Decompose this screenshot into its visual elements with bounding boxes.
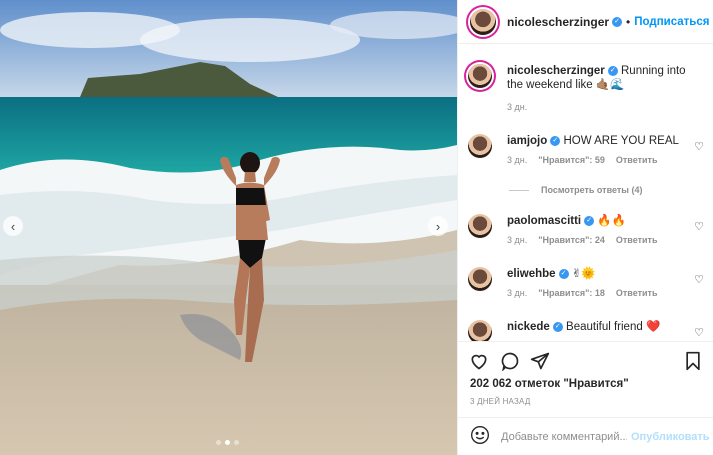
carousel-dot bbox=[234, 440, 239, 445]
caption-time[interactable]: 3 дн. bbox=[507, 102, 527, 112]
likes-count[interactable]: 202 062 отметок "Нравится" bbox=[470, 378, 629, 390]
comment-username[interactable]: paolomascitti bbox=[507, 215, 581, 227]
comment-row: paolomascitti ✓ 🔥🔥 3 дн. "Нравится": 24 О… bbox=[468, 214, 704, 245]
comment-time[interactable]: 3 дн. bbox=[507, 235, 527, 245]
avatar[interactable] bbox=[470, 8, 496, 35]
comment-username[interactable]: iamjojo bbox=[507, 135, 547, 147]
reply-button[interactable]: Ответить bbox=[616, 235, 658, 245]
comment-time[interactable]: 3 дн. bbox=[507, 155, 527, 165]
post-photo[interactable]: ‹ › bbox=[0, 0, 457, 455]
carousel-dot-active bbox=[225, 440, 230, 445]
post-date[interactable]: 3 ДНЕЙ НАЗАД bbox=[470, 397, 530, 406]
carousel-prev-button[interactable]: ‹ bbox=[3, 216, 23, 236]
comment-like-heart-icon[interactable]: ♡ bbox=[694, 273, 704, 286]
comment-username[interactable]: eliwehbe bbox=[507, 268, 556, 280]
comment-text: ✌🌞 bbox=[571, 268, 596, 280]
view-replies-label: Посмотреть ответы (4) bbox=[541, 185, 643, 195]
comment-username[interactable]: nickede bbox=[507, 321, 550, 333]
comment-row: iamjojo ✓ HOW ARE YOU REAL 3 дн. "Нравитс… bbox=[468, 134, 704, 165]
verified-badge-icon: ✓ bbox=[552, 321, 563, 332]
header-separator: • bbox=[626, 14, 631, 29]
share-paper-plane-icon[interactable] bbox=[529, 350, 551, 372]
beach-photo bbox=[0, 0, 457, 455]
verified-badge-icon: ✓ bbox=[607, 65, 618, 76]
post-side-panel: nicolescherzinger ✓ • Подписаться nicole… bbox=[457, 0, 713, 455]
comment-like-heart-icon[interactable]: ♡ bbox=[694, 220, 704, 233]
carousel-indicator bbox=[216, 440, 239, 445]
divider bbox=[509, 189, 529, 191]
verified-badge-icon: ✓ bbox=[584, 215, 595, 226]
comment-row: nickede ✓ Beautiful friend ❤️ ♡ bbox=[468, 320, 704, 341]
comments-list[interactable]: nicolescherzinger ✓ Running into the week… bbox=[458, 45, 713, 341]
caption-username[interactable]: nicolescherzinger bbox=[507, 65, 605, 77]
emoji-smiley-icon[interactable] bbox=[470, 425, 490, 450]
comment-likes[interactable]: "Нравится": 24 bbox=[538, 235, 605, 245]
like-heart-icon[interactable] bbox=[468, 350, 490, 372]
header-username[interactable]: nicolescherzinger bbox=[507, 15, 609, 29]
comment-like-heart-icon[interactable]: ♡ bbox=[694, 326, 704, 339]
comment-input[interactable] bbox=[501, 431, 627, 443]
save-bookmark-icon[interactable] bbox=[682, 350, 704, 372]
carousel-next-button[interactable]: › bbox=[428, 216, 448, 236]
caption-row: nicolescherzinger ✓ Running into the week… bbox=[468, 64, 704, 112]
carousel-dot bbox=[216, 440, 221, 445]
publish-button[interactable]: Опубликовать bbox=[631, 431, 710, 443]
comment-text: HOW ARE YOU REAL bbox=[563, 135, 679, 147]
avatar[interactable] bbox=[468, 320, 492, 341]
follow-button[interactable]: Подписаться bbox=[634, 16, 709, 28]
comment-row: eliwehbe ✓ ✌🌞 3 дн. "Нравится": 18 Ответи… bbox=[468, 267, 704, 298]
post-header: nicolescherzinger ✓ • Подписаться bbox=[458, 0, 713, 44]
avatar[interactable] bbox=[468, 64, 492, 88]
comment-like-heart-icon[interactable]: ♡ bbox=[694, 140, 704, 153]
view-replies-link[interactable]: Посмотреть ответы (4) bbox=[509, 185, 642, 195]
comment-bubble-icon[interactable] bbox=[499, 350, 521, 372]
comment-time[interactable]: 3 дн. bbox=[507, 288, 527, 298]
avatar[interactable] bbox=[468, 214, 492, 238]
reply-button[interactable]: Ответить bbox=[616, 155, 658, 165]
comment-text: 🔥🔥 bbox=[597, 215, 626, 227]
avatar[interactable] bbox=[468, 267, 492, 291]
comment-text: Beautiful friend ❤️ bbox=[566, 321, 661, 333]
reply-button[interactable]: Ответить bbox=[616, 288, 658, 298]
verified-badge-icon: ✓ bbox=[558, 268, 569, 279]
avatar[interactable] bbox=[468, 134, 492, 158]
post-actions: 202 062 отметок "Нравится" 3 ДНЕЙ НАЗАД … bbox=[458, 341, 713, 455]
comment-likes[interactable]: "Нравится": 59 bbox=[538, 155, 605, 165]
verified-badge-icon: ✓ bbox=[550, 135, 561, 146]
add-comment-bar: Опубликовать bbox=[458, 417, 713, 455]
verified-badge-icon: ✓ bbox=[612, 16, 623, 27]
comment-likes[interactable]: "Нравится": 18 bbox=[538, 288, 605, 298]
